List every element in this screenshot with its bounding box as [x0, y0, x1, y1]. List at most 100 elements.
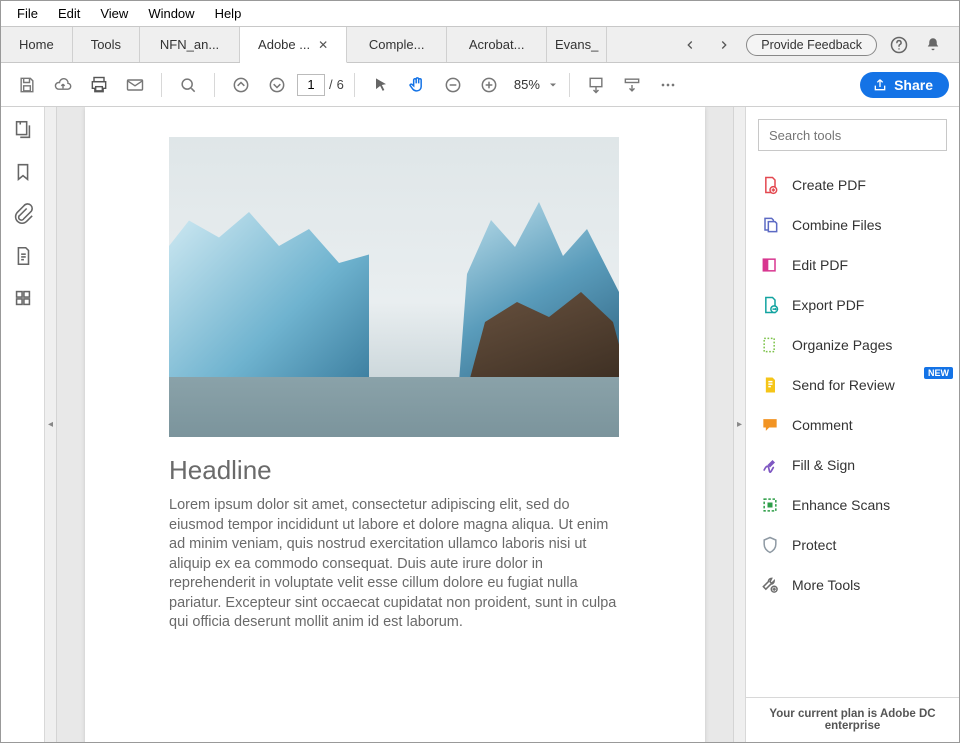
- tab-label: Adobe ...: [258, 37, 310, 52]
- pdf-page: Headline Lorem ipsum dolor sit amet, con…: [85, 107, 705, 742]
- plan-line1: Your current plan is Adobe DC: [758, 708, 947, 720]
- tool-item-send-for-review[interactable]: Send for Review NEW: [746, 365, 959, 405]
- print-icon[interactable]: [83, 69, 115, 101]
- tool-label: Send for Review: [792, 377, 895, 393]
- document-area: ◂ Headline Lorem ipsum dolor sit amet, c…: [45, 107, 745, 742]
- thumbnails-icon[interactable]: [12, 119, 34, 141]
- tab-label: Acrobat...: [469, 37, 525, 52]
- tab-doc-3[interactable]: Acrobat...: [447, 27, 547, 62]
- page-up-icon[interactable]: [225, 69, 257, 101]
- tab-label: NFN_an...: [160, 37, 219, 52]
- collapse-right-handle[interactable]: ▸: [733, 107, 745, 742]
- zoom-in-icon[interactable]: [473, 69, 505, 101]
- search-tools-input[interactable]: [758, 119, 947, 151]
- menu-bar: File Edit View Window Help: [1, 1, 959, 27]
- tool-label: Export PDF: [792, 297, 864, 313]
- tool-label: Combine Files: [792, 217, 881, 233]
- zoom-select[interactable]: 85%: [509, 74, 559, 95]
- tool-icon: [760, 255, 780, 275]
- hand-tool-icon[interactable]: [401, 69, 433, 101]
- tab-doc-4[interactable]: Evans_: [547, 27, 607, 62]
- more-icon[interactable]: [652, 69, 684, 101]
- tool-icon: [760, 375, 780, 395]
- tab-doc-2[interactable]: Comple...: [347, 27, 447, 62]
- page-down-icon[interactable]: [261, 69, 293, 101]
- find-icon[interactable]: [172, 69, 204, 101]
- menu-file[interactable]: File: [7, 3, 48, 24]
- tool-item-organize-pages[interactable]: Organize Pages: [746, 325, 959, 365]
- tool-item-protect[interactable]: Protect: [746, 525, 959, 565]
- page-icon[interactable]: [12, 245, 34, 267]
- tool-item-enhance-scans[interactable]: Enhance Scans: [746, 485, 959, 525]
- tab-label: Evans_: [555, 37, 598, 52]
- tool-label: Create PDF: [792, 177, 866, 193]
- attachment-icon[interactable]: [12, 203, 34, 225]
- document-image: [169, 137, 619, 437]
- document-canvas[interactable]: Headline Lorem ipsum dolor sit amet, con…: [57, 107, 733, 742]
- menu-window[interactable]: Window: [138, 3, 204, 24]
- mail-icon[interactable]: [119, 69, 151, 101]
- tool-item-comment[interactable]: Comment: [746, 405, 959, 445]
- zoom-out-icon[interactable]: [437, 69, 469, 101]
- tool-label: Fill & Sign: [792, 457, 855, 473]
- document-body: Lorem ipsum dolor sit amet, consectetur …: [169, 496, 625, 633]
- right-panel: Create PDF Combine Files Edit PDF Export PD…: [745, 107, 959, 742]
- cloud-upload-icon[interactable]: [47, 69, 79, 101]
- save-icon[interactable]: [11, 69, 43, 101]
- page-sep: /: [329, 77, 333, 92]
- tool-item-create-pdf[interactable]: Create PDF: [746, 165, 959, 205]
- layers-icon[interactable]: [12, 287, 34, 309]
- menu-view[interactable]: View: [90, 3, 138, 24]
- tool-icon: [760, 495, 780, 515]
- tool-item-combine-files[interactable]: Combine Files: [746, 205, 959, 245]
- tool-icon: [760, 335, 780, 355]
- select-tool-icon[interactable]: [365, 69, 397, 101]
- fit-width-icon[interactable]: [580, 69, 612, 101]
- tab-bar: Home Tools NFN_an... Adobe ... ✕ Comple..…: [1, 27, 959, 63]
- provide-feedback-button[interactable]: Provide Feedback: [746, 34, 877, 56]
- tab-nav-next[interactable]: [712, 33, 736, 57]
- menu-help[interactable]: Help: [205, 3, 252, 24]
- tool-item-edit-pdf[interactable]: Edit PDF: [746, 245, 959, 285]
- zoom-value: 85%: [509, 74, 545, 95]
- bell-icon[interactable]: [921, 33, 945, 57]
- tool-icon: [760, 415, 780, 435]
- tool-label: Protect: [792, 537, 836, 553]
- tool-label: Enhance Scans: [792, 497, 890, 513]
- bookmark-icon[interactable]: [12, 161, 34, 183]
- chevron-down-icon: [547, 79, 559, 91]
- new-badge: NEW: [924, 367, 953, 379]
- tool-icon: [760, 455, 780, 475]
- tool-label: More Tools: [792, 577, 860, 593]
- tool-icon: [760, 295, 780, 315]
- tool-label: Edit PDF: [792, 257, 848, 273]
- tool-label: Organize Pages: [792, 337, 892, 353]
- help-icon[interactable]: [887, 33, 911, 57]
- left-rail: [1, 107, 45, 742]
- tool-item-more-tools[interactable]: More Tools: [746, 565, 959, 605]
- main-area: ◂ Headline Lorem ipsum dolor sit amet, c…: [1, 107, 959, 742]
- collapse-left-handle[interactable]: ◂: [45, 107, 57, 742]
- tab-tools[interactable]: Tools: [73, 27, 140, 62]
- menu-edit[interactable]: Edit: [48, 3, 90, 24]
- close-icon[interactable]: ✕: [318, 38, 328, 52]
- tool-item-export-pdf[interactable]: Export PDF: [746, 285, 959, 325]
- share-label: Share: [894, 77, 933, 93]
- page-current-input[interactable]: [297, 74, 325, 96]
- tab-doc-0[interactable]: NFN_an...: [140, 27, 240, 62]
- tool-item-fill-sign[interactable]: Fill & Sign: [746, 445, 959, 485]
- page-display-icon[interactable]: [616, 69, 648, 101]
- toolbar: / 6 85% Share: [1, 63, 959, 107]
- page-indicator: / 6: [297, 74, 344, 96]
- tab-home[interactable]: Home: [1, 27, 73, 62]
- tab-doc-1[interactable]: Adobe ... ✕: [240, 27, 347, 63]
- tab-label: Comple...: [369, 37, 425, 52]
- tool-icon: [760, 215, 780, 235]
- document-headline: Headline: [169, 455, 705, 486]
- share-icon: [872, 77, 888, 93]
- tool-label: Comment: [792, 417, 853, 433]
- plan-footer: Your current plan is Adobe DC enterprise: [746, 697, 959, 742]
- tab-nav-prev[interactable]: [678, 33, 702, 57]
- share-button[interactable]: Share: [860, 72, 949, 98]
- plan-line2: enterprise: [758, 720, 947, 732]
